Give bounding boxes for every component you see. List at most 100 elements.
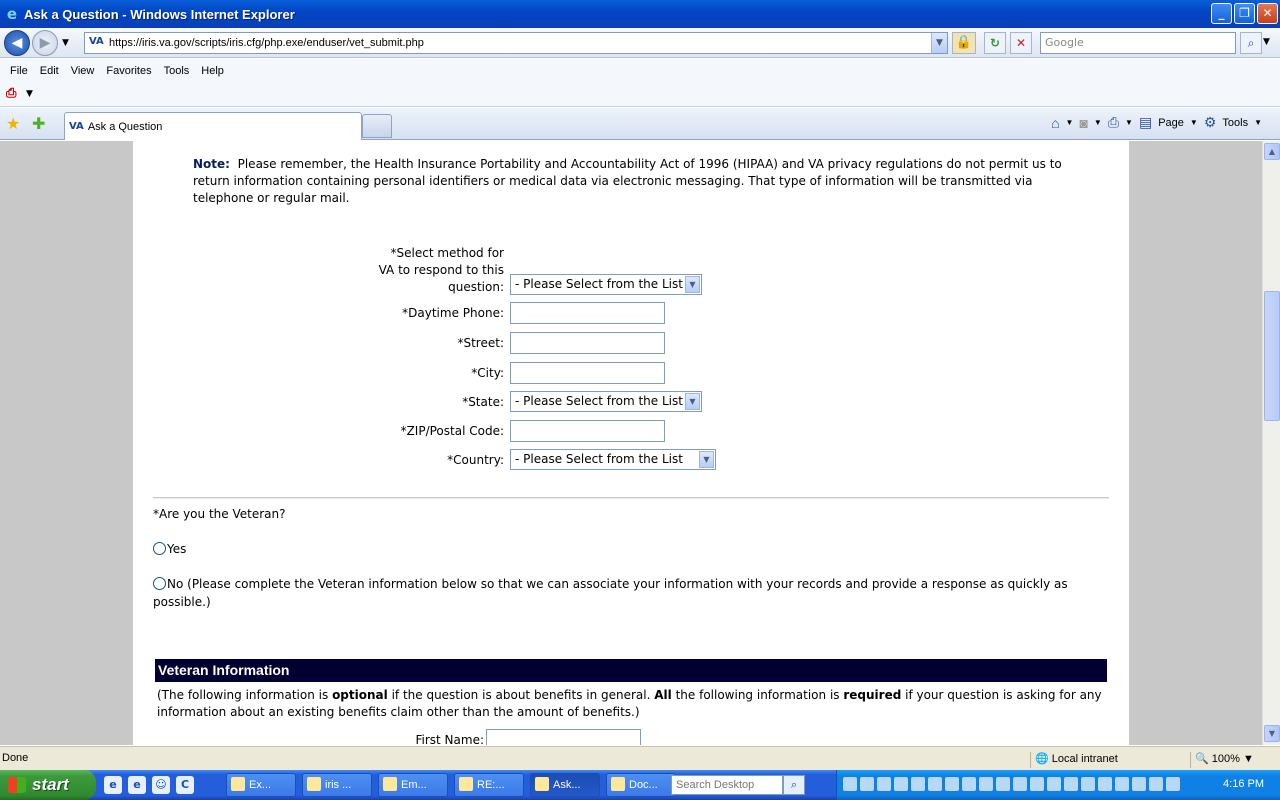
task-button[interactable]: iris ... bbox=[302, 773, 372, 797]
hipaa-note: Note: Please remember, the Health Insura… bbox=[193, 156, 1073, 207]
address-bar[interactable]: VA https://iris.va.gov/scripts/iris.cfg/… bbox=[84, 32, 948, 54]
task-button[interactable]: Em... bbox=[378, 773, 448, 797]
history-dropdown-icon[interactable]: ▼ bbox=[62, 38, 69, 48]
home-icon[interactable]: ⌂ bbox=[1051, 115, 1059, 131]
ie-quicklaunch-icon[interactable]: e bbox=[104, 776, 122, 794]
no-option[interactable]: No (Please complete the Veteran informat… bbox=[153, 575, 1109, 611]
yes-radio[interactable] bbox=[153, 542, 166, 555]
tray-icon[interactable] bbox=[1115, 777, 1129, 791]
home-dropdown-icon[interactable]: ▼ bbox=[1066, 118, 1074, 127]
minimize-button[interactable]: _ bbox=[1211, 3, 1232, 24]
tray-icon[interactable] bbox=[843, 777, 857, 791]
feeds-dropdown-icon[interactable]: ▼ bbox=[1094, 118, 1102, 127]
desktop-search-input[interactable]: Search Desktop bbox=[671, 775, 783, 795]
search-input[interactable]: Google bbox=[1040, 32, 1236, 54]
tray-icon[interactable] bbox=[877, 777, 891, 791]
menu-view[interactable]: View bbox=[65, 65, 101, 77]
state-select[interactable]: - Please Select from the List ▼ bbox=[510, 391, 702, 412]
tray-icon[interactable] bbox=[1047, 777, 1061, 791]
tab-favicon-icon: VA bbox=[69, 121, 84, 132]
daytime-phone-input[interactable] bbox=[510, 302, 665, 324]
back-button[interactable]: ◀ bbox=[4, 30, 30, 56]
scroll-thumb[interactable] bbox=[1264, 291, 1280, 421]
tray-icon[interactable] bbox=[1149, 777, 1163, 791]
page-menu-button[interactable]: Page bbox=[1158, 117, 1184, 129]
menu-favorites[interactable]: Favorites bbox=[100, 65, 157, 77]
chevron-down-icon[interactable]: ▼ bbox=[699, 451, 714, 468]
system-tray: 4:16 PM bbox=[836, 770, 1280, 800]
menu-file[interactable]: File bbox=[4, 65, 34, 77]
city-input[interactable] bbox=[510, 362, 665, 384]
zoom-level[interactable]: 🔍 100% ▼ bbox=[1190, 752, 1254, 768]
chevron-down-icon[interactable]: ▼ bbox=[685, 393, 700, 410]
start-button[interactable]: start bbox=[0, 770, 96, 800]
tray-icon[interactable] bbox=[1132, 777, 1146, 791]
menu-help[interactable]: Help bbox=[195, 65, 230, 77]
tray-icon[interactable] bbox=[1166, 777, 1180, 791]
windows-flag-icon bbox=[8, 777, 26, 793]
tray-icon[interactable] bbox=[1030, 777, 1044, 791]
forward-button[interactable]: ▶ bbox=[32, 30, 58, 56]
task-button[interactable]: Ex... bbox=[226, 773, 296, 797]
page-dropdown-icon[interactable]: ▼ bbox=[1190, 118, 1198, 127]
task-button[interactable]: RE:... bbox=[454, 773, 524, 797]
tray-icon[interactable] bbox=[1064, 777, 1078, 791]
menu-edit[interactable]: Edit bbox=[34, 65, 65, 77]
scroll-up-button[interactable]: ▲ bbox=[1264, 143, 1280, 160]
country-select[interactable]: - Please Select from the List ▼ bbox=[510, 449, 716, 470]
title-bar: e Ask a Question - Windows Internet Expl… bbox=[0, 0, 1280, 28]
yes-option[interactable]: Yes bbox=[153, 540, 1109, 558]
tray-icon[interactable] bbox=[894, 777, 908, 791]
new-tab-button[interactable] bbox=[362, 114, 392, 138]
refresh-button[interactable]: ↻ bbox=[984, 32, 1006, 54]
lock-icon[interactable]: 🔒 bbox=[952, 32, 976, 54]
pdf-dropdown-icon[interactable]: ▼ bbox=[26, 89, 33, 99]
tab-bar: ★ ✚ VA Ask a Question ⌂ ▼ ◙ ▼ ⎙ ▼ ▤ Page ▼ ⚙ T… bbox=[0, 108, 1280, 140]
chevron-down-icon[interactable]: ▼ bbox=[685, 276, 700, 293]
country-value: - Please Select from the List bbox=[515, 452, 683, 466]
tray-icon[interactable] bbox=[928, 777, 942, 791]
feeds-icon[interactable]: ◙ bbox=[1079, 115, 1087, 131]
scroll-down-button[interactable]: ▼ bbox=[1264, 725, 1280, 742]
vertical-scrollbar[interactable]: ▲ ▼ bbox=[1262, 141, 1280, 745]
task-button[interactable]: Doc... bbox=[606, 773, 676, 797]
stop-button[interactable]: ✕ bbox=[1010, 32, 1032, 54]
firefox-quicklaunch-icon[interactable]: ☺ bbox=[152, 776, 170, 794]
search-icon[interactable]: ⌕ bbox=[783, 775, 805, 795]
response-method-select[interactable]: - Please Select from the List ▼ bbox=[510, 274, 702, 295]
tray-icon[interactable] bbox=[860, 777, 874, 791]
ie-alt-quicklaunch-icon[interactable]: e bbox=[128, 776, 146, 794]
c-quicklaunch-icon[interactable]: C bbox=[176, 776, 194, 794]
tray-icon[interactable] bbox=[962, 777, 976, 791]
address-dropdown-icon[interactable]: ▼ bbox=[931, 33, 947, 53]
tray-icon[interactable] bbox=[1013, 777, 1027, 791]
tray-icon[interactable] bbox=[945, 777, 959, 791]
app-icon bbox=[231, 777, 245, 791]
ie-icon bbox=[535, 777, 549, 791]
tools-menu-button[interactable]: Tools bbox=[1222, 117, 1248, 129]
tab-ask-a-question[interactable]: VA Ask a Question bbox=[64, 112, 362, 140]
search-icon[interactable]: ⌕ bbox=[1240, 32, 1262, 54]
maximize-button[interactable]: ❐ bbox=[1234, 3, 1255, 24]
clock: 4:16 PM bbox=[1223, 778, 1264, 790]
first-name-input[interactable] bbox=[486, 729, 641, 745]
no-radio[interactable] bbox=[153, 577, 166, 590]
veteran-information-description: (The following information is optional i… bbox=[157, 688, 1102, 719]
tray-icon[interactable] bbox=[1098, 777, 1112, 791]
add-favorite-icon[interactable]: ✚ bbox=[32, 114, 45, 133]
pdf-icon[interactable]: ⎙ bbox=[6, 86, 22, 102]
menu-tools[interactable]: Tools bbox=[158, 65, 196, 77]
favorites-star-icon[interactable]: ★ bbox=[6, 114, 20, 133]
tray-icon[interactable] bbox=[996, 777, 1010, 791]
close-button[interactable]: ✕ bbox=[1257, 3, 1278, 24]
zip-input[interactable] bbox=[510, 420, 665, 442]
search-dropdown-icon[interactable]: ▼ bbox=[1263, 37, 1270, 47]
tray-icon[interactable] bbox=[911, 777, 925, 791]
print-icon[interactable]: ⎙ bbox=[1108, 114, 1119, 131]
street-input[interactable] bbox=[510, 332, 665, 354]
tray-icon[interactable] bbox=[1081, 777, 1095, 791]
task-button[interactable]: Ask... bbox=[530, 773, 600, 797]
tray-icon[interactable] bbox=[979, 777, 993, 791]
print-dropdown-icon[interactable]: ▼ bbox=[1125, 118, 1133, 127]
tools-dropdown-icon[interactable]: ▼ bbox=[1254, 118, 1262, 127]
